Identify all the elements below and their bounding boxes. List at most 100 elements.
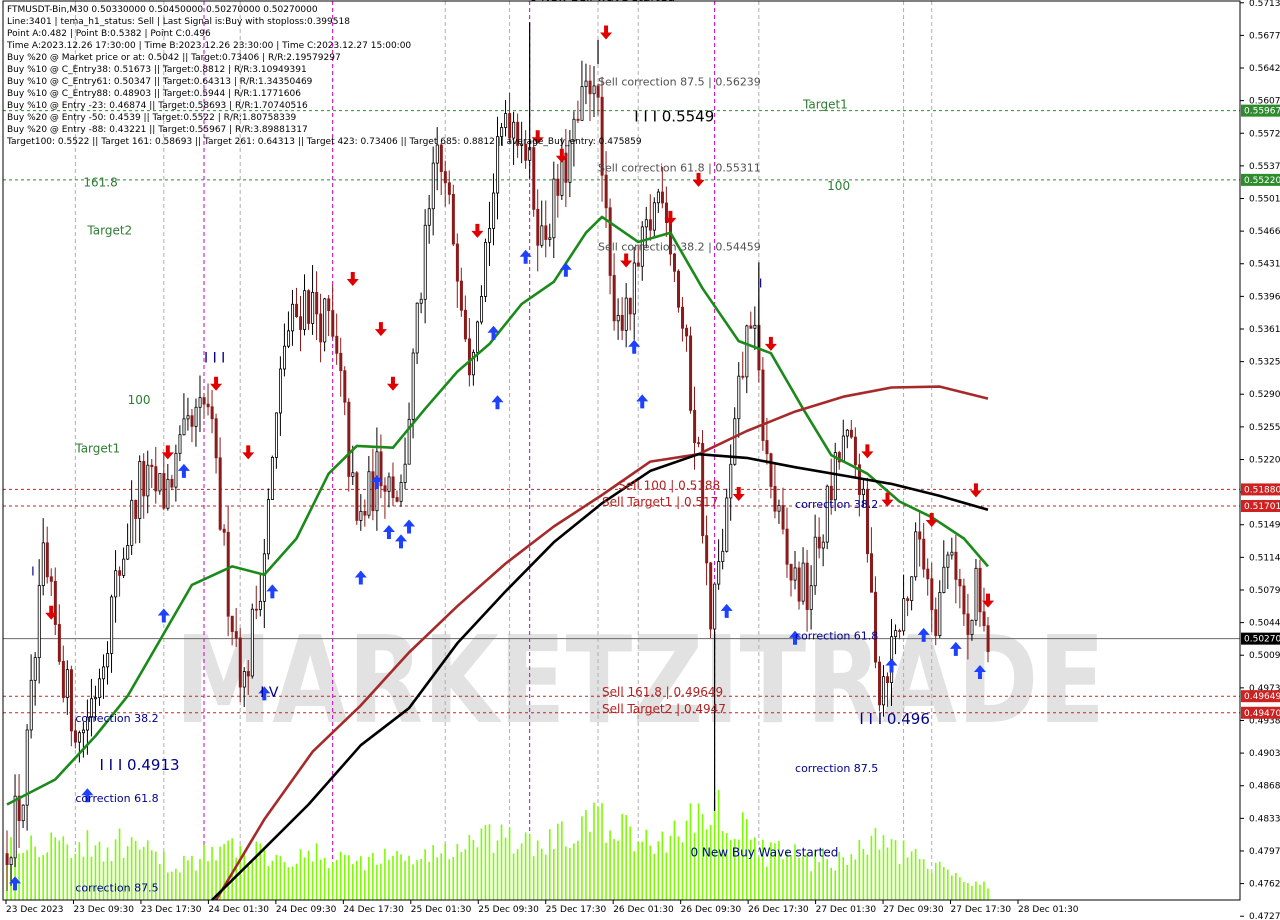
candle-body [174, 452, 178, 488]
candle-body [383, 485, 387, 492]
x-tick-label: 25 Dec 09:30 [478, 905, 539, 915]
candle-body [910, 576, 914, 601]
candle-body [709, 562, 713, 630]
info-line: Point A:0.482 | Point B:0.5382 | Point C… [7, 29, 211, 39]
candle-body [580, 86, 584, 121]
candle-body [106, 653, 110, 668]
candle-body [222, 528, 226, 533]
candle-body [49, 576, 53, 582]
candle-body [721, 550, 725, 562]
y-tick-label: 0.52907 [1249, 390, 1280, 400]
point-b-label: I I I 0.5549 [634, 107, 714, 125]
x-tick-label: 25 Dec 01:30 [411, 905, 472, 915]
candle-body [278, 368, 282, 414]
candle-body [146, 464, 150, 497]
candle-body [33, 657, 37, 681]
candle-body [463, 309, 467, 340]
symbol-line: FTMUSDT-Bin,M30 0.50330000 0.50450000 0.… [7, 5, 318, 15]
candle-body [327, 298, 331, 312]
candle-body [419, 298, 423, 304]
price-tag-label: 0.55967 [1244, 107, 1280, 117]
candle-body [45, 542, 49, 578]
point-a-label: I I I 0.4913 [99, 756, 179, 774]
candle-body [552, 178, 556, 239]
price-chart[interactable]: MARKETZITRADE 0 New Sell wave started0 N… [0, 0, 1280, 920]
candle-body [246, 671, 250, 677]
candle-body [480, 296, 484, 323]
candle-body [303, 290, 307, 330]
candle-body [182, 418, 186, 436]
x-tick-label: 24 Dec 17:30 [343, 905, 404, 915]
y-tick-label: 0.56779 [1249, 31, 1280, 41]
candle-body [459, 280, 463, 311]
candle-body [475, 321, 479, 353]
candle-body [455, 243, 459, 282]
candle-body [178, 434, 182, 454]
target1-right: Target1 [802, 98, 848, 112]
candle-body [954, 551, 958, 580]
sell-target1: Sell Target1 | 0.517 [602, 495, 718, 509]
candle-body [262, 553, 266, 602]
candle-body [946, 554, 950, 568]
candle-body [226, 531, 230, 617]
candle-body [540, 225, 544, 246]
candle-body [906, 598, 910, 601]
candle-body [467, 338, 471, 376]
candle-body [114, 570, 118, 598]
candle-body [773, 486, 777, 512]
candle-body [536, 208, 540, 246]
candle-body [950, 551, 954, 556]
candle-body [652, 202, 656, 231]
sell-1618: Sell 161.8 | 0.49649 [602, 685, 723, 699]
candle-body [295, 303, 299, 318]
candle-body [966, 613, 970, 635]
y-tick-label: 0.51499 [1249, 521, 1280, 531]
y-tick-label: 0.50443 [1249, 619, 1280, 629]
candle-body [789, 563, 793, 581]
candle-body [500, 127, 504, 137]
buy-wave-start: 0 New Buy Wave started [690, 845, 838, 859]
candle-body [210, 406, 214, 420]
candle-body [568, 140, 572, 183]
candle-body [689, 335, 693, 411]
candle-body [254, 608, 258, 611]
candle-body [371, 471, 375, 512]
candle-body [693, 409, 697, 444]
y-tick-label: 0.52555 [1249, 423, 1280, 433]
candle-body [817, 536, 821, 549]
candle-body [648, 219, 652, 231]
correction-382-left: correction 38.2 [75, 712, 158, 725]
candle-body [41, 542, 45, 586]
correction-382-right: correction 38.2 [795, 498, 878, 511]
candle-body [962, 585, 966, 615]
candle-body [9, 857, 13, 865]
candle-body [447, 182, 451, 195]
candle-body [81, 729, 85, 734]
candle-body [717, 561, 721, 585]
candle-body [504, 113, 508, 128]
chart-window: MARKETZITRADE 0 New Sell wave started0 N… [0, 0, 1280, 920]
low-marks-iv: I V [260, 685, 279, 701]
candle-body [343, 370, 347, 403]
y-tick-label: 0.53963 [1249, 292, 1280, 302]
candle-body [339, 352, 343, 372]
candle-body [150, 464, 154, 468]
candle-body [918, 531, 922, 540]
y-tick-label: 0.48683 [1249, 782, 1280, 792]
y-tick-label: 0.48331 [1249, 814, 1280, 824]
candle-body [705, 535, 709, 564]
candle-body [673, 253, 677, 272]
candle-body [745, 325, 749, 378]
candle-body [94, 697, 98, 700]
candle-body [190, 415, 194, 427]
candle-body [142, 461, 146, 497]
y-tick-label: 0.52203 [1249, 455, 1280, 465]
candle-body [785, 528, 789, 565]
candle-body [797, 567, 801, 602]
candle-body [154, 466, 158, 492]
candle-body [427, 208, 431, 226]
candle-body [874, 591, 878, 663]
candle-body [930, 578, 934, 611]
tick-mark-i-2: I [759, 276, 763, 290]
candle-body [656, 191, 660, 204]
